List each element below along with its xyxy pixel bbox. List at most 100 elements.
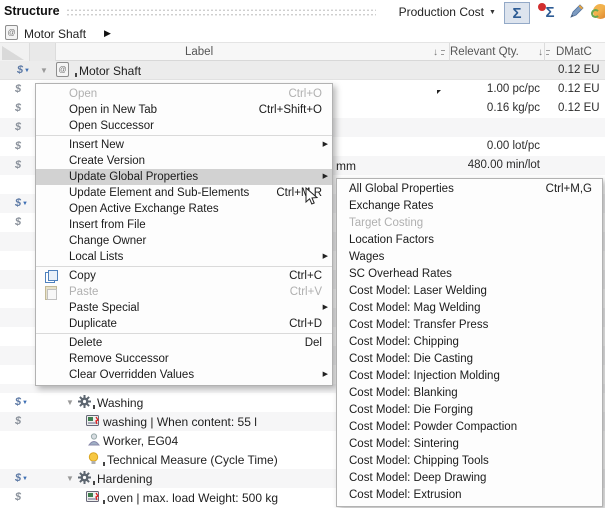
- menu-item-shortcut: Ctrl+C: [289, 268, 322, 284]
- submenu-item-exchange-rates[interactable]: Exchange Rates: [337, 198, 602, 215]
- expand-triangle-icon[interactable]: ▼: [40, 66, 48, 75]
- sum-toggle-button[interactable]: Σ: [504, 2, 530, 24]
- table-row[interactable]: $ ▼ @ Motor Shaft 0.12 EU: [0, 61, 605, 80]
- corner-select-cell[interactable]: [0, 43, 29, 61]
- cell-relevant-qty: 0.00 lot/pc: [410, 140, 540, 152]
- context-menu-item-insert-new[interactable]: Insert New▶: [36, 137, 332, 153]
- gear-icon: [78, 471, 91, 484]
- menu-item-label: Cost Model: Powder Compaction: [349, 421, 517, 433]
- context-menu-item-update-global-properties[interactable]: Update Global Properties▶: [36, 169, 332, 185]
- sort-icon[interactable]: ↓: [433, 47, 446, 59]
- chevron-down-icon[interactable]: ▼: [489, 9, 496, 16]
- edit-button[interactable]: [566, 2, 588, 24]
- menu-item-label: Cost Model: Transfer Press: [349, 319, 488, 331]
- context-menu-item-create-version[interactable]: Create Version: [36, 153, 332, 169]
- document-icon: @: [56, 62, 69, 77]
- submenu-item-sc-overhead-rates[interactable]: SC Overhead Rates: [337, 266, 602, 283]
- tree-node-label[interactable]: oven | max. load Weight: 500 kg: [103, 491, 278, 505]
- submenu-item-cost-model-extrusion[interactable]: Cost Model: Extrusion: [337, 487, 602, 504]
- submenu-item-cost-model-injection-molding[interactable]: Cost Model: Injection Molding: [337, 368, 602, 385]
- context-menu-item-update-element-and-sub-elements[interactable]: Update Element and Sub-ElementsCtrl+M,R: [36, 185, 332, 201]
- tree-node-label[interactable]: Technical Measure (Cycle Time): [103, 453, 278, 467]
- context-menu-item-open-successor[interactable]: Open Successor: [36, 118, 332, 134]
- context-menu-item-open-in-new-tab[interactable]: Open in New TabCtrl+Shift+O: [36, 102, 332, 118]
- cursor-artifact: [437, 90, 441, 94]
- paste-icon: [45, 286, 58, 298]
- menu-item-label: Exchange Rates: [349, 200, 433, 212]
- context-menu-item-open-active-exchange-rates[interactable]: Open Active Exchange Rates: [36, 201, 332, 217]
- context-menu-item-paste-special[interactable]: Paste Special▶: [36, 300, 332, 316]
- submenu-item-cost-model-die-forging[interactable]: Cost Model: Die Forging: [337, 402, 602, 419]
- submenu-item-cost-model-sintering[interactable]: Cost Model: Sintering: [337, 436, 602, 453]
- menu-item-label: Cost Model: Laser Welding: [349, 285, 487, 297]
- submenu-item-cost-model-transfer-press[interactable]: Cost Model: Transfer Press: [337, 317, 602, 334]
- tree-node-label[interactable]: Hardening: [93, 472, 152, 486]
- column-header-dmatc[interactable]: DMatC: [556, 46, 592, 58]
- column-header-label[interactable]: Label: [185, 46, 213, 58]
- menu-item-label: Cost Model: Chipping: [349, 336, 459, 348]
- context-menu-item-duplicate[interactable]: DuplicateCtrl+D: [36, 316, 332, 332]
- cost-rollup-icon: $: [10, 471, 26, 486]
- menu-item-label: Paste: [69, 286, 98, 298]
- submenu-item-cost-model-die-casting[interactable]: Cost Model: Die Casting: [337, 351, 602, 368]
- menu-item-label: Copy: [69, 270, 96, 282]
- context-menu-item-clear-overridden-values[interactable]: Clear Overridden Values▶: [36, 367, 332, 383]
- submenu-item-all-global-properties[interactable]: All Global PropertiesCtrl+M,G: [337, 181, 602, 198]
- menu-item-label: Clear Overridden Values: [69, 369, 194, 381]
- submenu-item-cost-model-blanking[interactable]: Cost Model: Blanking: [337, 385, 602, 402]
- submenu-item-target-costing: Target Costing: [337, 215, 602, 232]
- submenu-item-cost-model-deep-drawing[interactable]: Cost Model: Deep Drawing: [337, 470, 602, 487]
- expand-triangle-icon[interactable]: ▼: [66, 474, 74, 483]
- tree-node-label[interactable]: Washing: [93, 396, 143, 410]
- cost-icon: $: [10, 120, 26, 135]
- menu-item-label: Cost Model: Mag Welding: [349, 302, 480, 314]
- submenu-item-cost-model-chipping[interactable]: Cost Model: Chipping: [337, 334, 602, 351]
- context-menu-item-copy[interactable]: Copy Ctrl+C: [36, 268, 332, 284]
- tree-node-label[interactable]: Motor Shaft: [75, 64, 141, 78]
- icon-column-header[interactable]: [29, 43, 56, 61]
- gear-icon: [78, 395, 91, 408]
- tree-node-label[interactable]: washing | When content: 55 l: [103, 415, 257, 429]
- breadcrumb-arrow-icon[interactable]: ▶: [104, 28, 111, 39]
- context-menu-item-remove-successor[interactable]: Remove Successor: [36, 351, 332, 367]
- cost-icon: $: [10, 215, 26, 230]
- submenu-item-cost-model-powder-compaction[interactable]: Cost Model: Powder Compaction: [337, 419, 602, 436]
- menu-item-label: Cost Model: Deep Drawing: [349, 472, 486, 484]
- menu-item-label: Update Element and Sub-Elements: [69, 187, 249, 199]
- column-header-relevant-qty[interactable]: Relevant Qty.: [450, 46, 519, 58]
- worker-icon: [88, 433, 100, 446]
- cell-dmatc: 0.12 EU: [558, 102, 600, 114]
- submenu-item-cost-model-chipping-tools[interactable]: Cost Model: Chipping Tools: [337, 453, 602, 470]
- lock-button[interactable]: [591, 3, 605, 20]
- sum-update-button[interactable]: Σ: [537, 2, 563, 24]
- context-menu-separator: [36, 333, 332, 334]
- tree-node-label[interactable]: Worker, EG04: [103, 434, 178, 448]
- context-menu-item-local-lists[interactable]: Local Lists▶: [36, 249, 332, 265]
- structure-panel: Structure Production Cost ▼ Σ Σ @ Motor …: [0, 0, 605, 508]
- menu-item-label: Local Lists: [69, 251, 123, 263]
- menu-item-label: Cost Model: Injection Molding: [349, 370, 500, 382]
- context-menu-item-delete[interactable]: DeleteDel: [36, 335, 332, 351]
- context-menu-separator: [36, 266, 332, 267]
- menu-item-label: Cost Model: Die Casting: [349, 353, 473, 365]
- cost-icon: $: [10, 101, 26, 116]
- red-badge-icon: [538, 3, 546, 11]
- submenu-item-wages[interactable]: Wages: [337, 249, 602, 266]
- menu-item-label: SC Overhead Rates: [349, 268, 452, 280]
- submenu-item-location-factors[interactable]: Location Factors: [337, 232, 602, 249]
- context-menu-item-insert-from-file[interactable]: Insert from File: [36, 217, 332, 233]
- context-menu-item-change-owner[interactable]: Change Owner: [36, 233, 332, 249]
- menu-item-label: Update Global Properties: [69, 171, 198, 183]
- menu-item-label: Create Version: [69, 155, 145, 167]
- breadcrumb[interactable]: Motor Shaft: [24, 27, 86, 41]
- copy-icon: [45, 270, 58, 282]
- context-menu-item-open: OpenCtrl+O: [36, 86, 332, 102]
- submenu-item-cost-model-laser-welding[interactable]: Cost Model: Laser Welding: [337, 283, 602, 300]
- view-selector-dropdown[interactable]: Production Cost: [378, 5, 484, 19]
- column-divider[interactable]: [544, 43, 545, 61]
- expand-triangle-icon[interactable]: ▼: [66, 398, 74, 407]
- submenu-item-cost-model-mag-welding[interactable]: Cost Model: Mag Welding: [337, 300, 602, 317]
- menu-item-label: Paste Special: [69, 302, 139, 314]
- cost-icon: $: [10, 82, 26, 97]
- column-divider[interactable]: [449, 43, 450, 61]
